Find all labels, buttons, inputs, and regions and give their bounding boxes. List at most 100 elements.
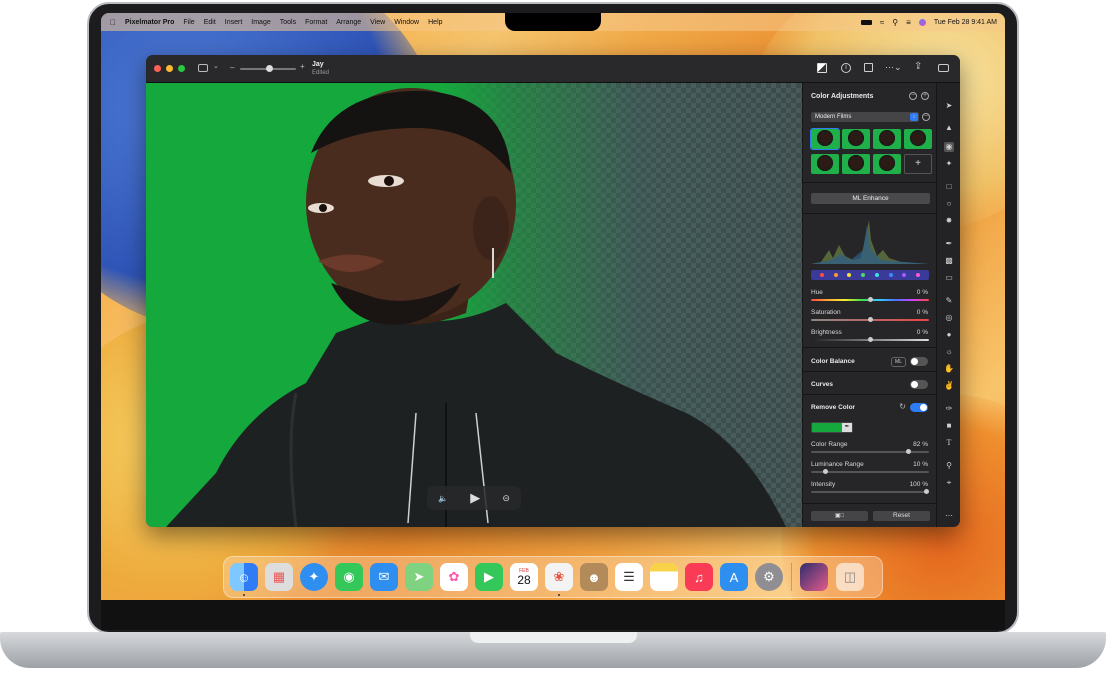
sidebar-toggle-icon[interactable]	[198, 64, 208, 72]
sharpen-icon[interactable]: ☼	[944, 347, 954, 357]
reminders-icon[interactable]: ☰	[615, 563, 643, 591]
add-preset-button[interactable]: +	[904, 154, 932, 174]
menu-clock[interactable]: Tue Feb 28 9:41 AM	[934, 19, 997, 26]
preset-thumbnail-6[interactable]	[842, 154, 870, 174]
curves-toggle[interactable]	[910, 380, 928, 389]
music-icon[interactable]: ♫	[685, 563, 713, 591]
menu-help[interactable]: Help	[428, 19, 442, 26]
menu-arrange[interactable]: Arrange	[336, 19, 361, 26]
preset-options-icon[interactable]: −	[922, 113, 930, 121]
intensity-slider[interactable]	[811, 489, 929, 494]
color-range-value[interactable]: 82 %	[913, 441, 928, 448]
menu-app-name[interactable]: Pixelmator Pro	[125, 19, 174, 26]
menu-insert[interactable]: Insert	[225, 19, 243, 26]
layers-icon[interactable]	[817, 63, 827, 73]
reset-button[interactable]: Reset	[873, 511, 930, 521]
ml-badge[interactable]: ML	[891, 357, 906, 367]
fill-bucket-icon[interactable]: ▩	[944, 256, 954, 266]
zoom-button[interactable]	[178, 65, 185, 72]
app-store-icon[interactable]: A	[720, 563, 748, 591]
swatch-cyan[interactable]	[874, 273, 879, 277]
wifi-icon[interactable]: ≈	[880, 18, 884, 27]
swatch-red[interactable]	[819, 273, 824, 277]
eraser-icon[interactable]: ▭	[944, 273, 954, 283]
menu-image[interactable]: Image	[251, 19, 270, 26]
shapes-tool-icon[interactable]: ■	[944, 421, 954, 431]
remove-color-toggle[interactable]	[910, 403, 928, 412]
menu-tools[interactable]: Tools	[280, 19, 296, 26]
dodge-icon[interactable]: ●	[944, 330, 954, 340]
clone-icon[interactable]: ◎	[944, 313, 954, 323]
close-button[interactable]	[154, 65, 161, 72]
menu-window[interactable]: Window	[394, 19, 419, 26]
preset-thumbnail-1[interactable]	[810, 128, 840, 150]
swatch-yellow[interactable]	[847, 273, 852, 277]
system-settings-icon[interactable]: ⚙	[755, 563, 783, 591]
luminance-range-value[interactable]: 10 %	[913, 461, 928, 468]
info-icon[interactable]: i	[841, 63, 851, 73]
reset-adjustment-icon[interactable]: ↻	[899, 402, 906, 411]
trash-icon[interactable]: ◫	[836, 563, 864, 591]
swatch-blue[interactable]	[888, 273, 893, 277]
swatch-magenta[interactable]	[916, 273, 921, 277]
pen-tool-icon[interactable]: ✑	[944, 404, 954, 414]
chevron-down-icon[interactable]: ⌄	[213, 62, 219, 70]
apple-icon[interactable]: 	[110, 18, 116, 27]
zoom-out-icon[interactable]: –	[230, 63, 234, 72]
control-center-icon[interactable]: ≡	[906, 18, 911, 27]
preset-select[interactable]: Modern Films ↕	[811, 112, 919, 122]
luminance-range-slider-knob[interactable]	[823, 469, 828, 474]
photos-icon[interactable]: ✿	[440, 563, 468, 591]
share-icon[interactable]: ⇪	[914, 61, 922, 72]
brightness-value[interactable]: 0 %	[917, 329, 928, 336]
saturation-slider[interactable]	[811, 317, 929, 322]
zoom-slider[interactable]	[240, 65, 296, 72]
launchpad-icon[interactable]: ▦	[265, 563, 293, 591]
brightness-slider-knob[interactable]	[868, 337, 873, 342]
preset-thumbnail-7[interactable]	[873, 154, 901, 174]
hue-slider[interactable]	[811, 297, 929, 302]
volume-icon[interactable]: 🔈	[438, 494, 448, 503]
arrange-tool-icon[interactable]: ➤	[944, 101, 954, 111]
preset-thumbnail-5[interactable]	[811, 154, 839, 174]
intensity-value[interactable]: 100 %	[910, 481, 928, 488]
play-button[interactable]: ▶	[470, 490, 480, 506]
preset-thumbnail-4[interactable]	[904, 129, 932, 149]
preset-thumbnail-2[interactable]	[842, 129, 870, 149]
more-icon[interactable]: ⋯⌄	[885, 62, 902, 73]
add-preset-icon[interactable]: +	[921, 92, 929, 100]
saturation-value[interactable]: 0 %	[917, 309, 928, 316]
downloads-stack-icon[interactable]	[800, 563, 828, 591]
remove-color-swatch[interactable]: ✒	[811, 422, 853, 433]
ml-enhance-button[interactable]: ML Enhance	[811, 193, 930, 204]
style-tool-icon[interactable]: ▲	[944, 123, 954, 133]
type-tool-icon[interactable]: T	[944, 438, 954, 448]
notes-icon[interactable]	[650, 563, 678, 591]
lasso-tool-icon[interactable]: ○	[944, 199, 954, 209]
contacts-icon[interactable]: ☻	[580, 563, 608, 591]
menu-file[interactable]: File	[183, 19, 194, 26]
safari-icon[interactable]: ✦	[300, 563, 328, 591]
pixelmator-pro-icon[interactable]: ❀	[545, 563, 573, 591]
maps-icon[interactable]: ➤	[405, 563, 433, 591]
finder-icon[interactable]: ☺	[230, 563, 258, 591]
swatch-green[interactable]	[861, 273, 866, 277]
zoom-slider-knob[interactable]	[266, 65, 273, 72]
menu-edit[interactable]: Edit	[204, 19, 216, 26]
color-range-slider[interactable]	[811, 449, 929, 454]
battery-icon[interactable]	[860, 19, 872, 25]
search-icon[interactable]: ⚲	[892, 18, 898, 27]
menu-format[interactable]: Format	[305, 19, 327, 26]
compare-button[interactable]: ▣□	[811, 511, 868, 521]
facetime-icon[interactable]: ▶	[475, 563, 503, 591]
mail-icon[interactable]: ✉	[370, 563, 398, 591]
calendar-icon[interactable]: FEB 28	[510, 563, 538, 591]
color-adjust-tool-icon[interactable]: ◉	[944, 142, 954, 152]
swatch-purple[interactable]	[902, 273, 907, 277]
image-canvas[interactable]: 🔈 ▶ ⊝	[146, 83, 802, 527]
intensity-slider-knob[interactable]	[924, 489, 929, 494]
smudge-icon[interactable]: ✋	[944, 364, 954, 374]
magic-wand-icon[interactable]: ✸	[944, 216, 954, 226]
preset-thumbnail-3[interactable]	[873, 129, 901, 149]
crop-tool-icon[interactable]: ⌖	[944, 478, 954, 488]
